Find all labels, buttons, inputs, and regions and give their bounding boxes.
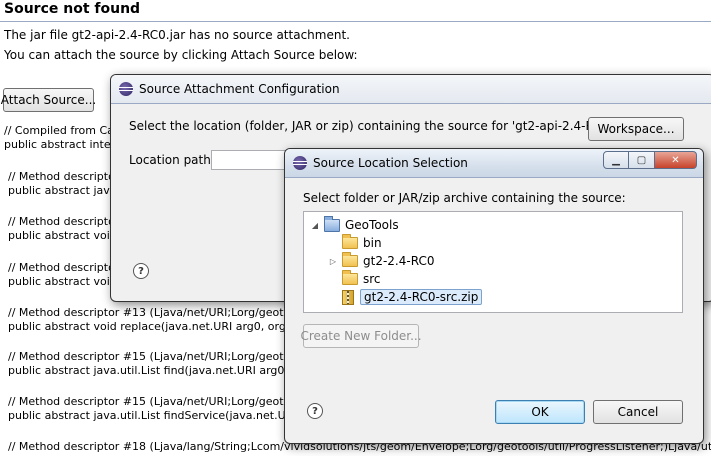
attach-instructions: You can attach the source by clicking At… bbox=[4, 48, 358, 62]
attach-dialog-title: Source Attachment Configuration bbox=[139, 82, 340, 96]
code-line: // Method descripto bbox=[8, 261, 115, 274]
expanded-arrow-icon[interactable]: ◢ bbox=[310, 221, 320, 230]
help-icon[interactable]: ? bbox=[133, 263, 149, 279]
close-button[interactable]: ✕ bbox=[655, 151, 697, 169]
tree-item-label-selected: gt2-2.4-RC0-src.zip bbox=[360, 289, 483, 305]
tree-item-label: src bbox=[363, 272, 381, 286]
code-line: public abstract void replace(java.net.UR… bbox=[8, 320, 304, 333]
project-folder-icon bbox=[324, 215, 340, 232]
minimize-button[interactable]: ▁ bbox=[603, 151, 629, 169]
attach-dialog-prompt: Select the location (folder, JAR or zip)… bbox=[129, 119, 637, 133]
no-source-message: The jar file gt2-api-2.4-RC0.jar has no … bbox=[4, 28, 350, 42]
eclipse-icon bbox=[119, 82, 133, 96]
source-location-selection-dialog: Source Location Selection ▁ ▢ ✕ Select f… bbox=[284, 148, 704, 444]
code-line: public abstract interf bbox=[4, 138, 119, 151]
tree-item-bin[interactable]: bin bbox=[328, 234, 382, 252]
code-line: public abstract java.util.List find(java… bbox=[8, 364, 303, 377]
collapsed-arrow-icon[interactable]: ▷ bbox=[328, 257, 338, 266]
tree-item-gt2-2.4-rc0[interactable]: ▷ gt2-2.4-RC0 bbox=[328, 252, 434, 270]
folder-icon bbox=[342, 270, 358, 285]
cancel-button[interactable]: Cancel bbox=[593, 400, 683, 424]
tree-item-geotools[interactable]: ◢ GeoTools bbox=[310, 215, 399, 234]
selection-dialog-title: Source Location Selection bbox=[313, 156, 468, 170]
code-line: // Method descriptor #15 (Ljava/net/URI;… bbox=[8, 395, 291, 408]
tree-item-src[interactable]: src bbox=[328, 270, 381, 288]
workspace-button[interactable]: Workspace... bbox=[588, 117, 684, 141]
source-tree[interactable]: ◢ GeoTools bin ▷ gt2-2.4-RC0 src gt2-2.4… bbox=[303, 211, 683, 313]
selection-dialog-titlebar[interactable]: Source Location Selection ▁ ▢ ✕ bbox=[285, 149, 703, 178]
code-line: public abstract java.util.List findServi… bbox=[8, 409, 307, 422]
attach-source-button[interactable]: Attach Source... bbox=[1, 88, 96, 112]
location-path-label: Location path: bbox=[129, 153, 215, 167]
code-line: // Method descriptor #15 (Ljava/net/URI;… bbox=[8, 350, 291, 363]
ok-button[interactable]: OK bbox=[495, 400, 585, 424]
folder-icon bbox=[342, 252, 358, 267]
attach-dialog-titlebar[interactable]: Source Attachment Configuration bbox=[111, 75, 711, 104]
tree-item-label: bin bbox=[363, 236, 382, 250]
editor-title: Source not found bbox=[0, 0, 711, 22]
folder-icon bbox=[342, 234, 358, 249]
tree-item-label: gt2-2.4-RC0 bbox=[363, 254, 435, 268]
maximize-button[interactable]: ▢ bbox=[629, 151, 655, 169]
code-line: // Method descriptor #13 (Ljava/net/URI;… bbox=[8, 306, 291, 319]
code-line: public abstract void bbox=[8, 229, 117, 242]
create-new-folder-button[interactable]: Create New Folder... bbox=[300, 324, 422, 348]
code-line: public abstract java bbox=[8, 184, 117, 197]
eclipse-icon bbox=[293, 156, 307, 170]
code-line: public abstract void bbox=[8, 275, 117, 288]
tree-item-label: GeoTools bbox=[345, 218, 399, 232]
tree-item-src-zip[interactable]: gt2-2.4-RC0-src.zip bbox=[328, 288, 483, 306]
code-line: // Compiled from Ca bbox=[4, 124, 114, 137]
code-line: // Method descriptor bbox=[8, 170, 120, 183]
help-icon[interactable]: ? bbox=[307, 403, 323, 419]
code-line: // Method descriptor bbox=[8, 215, 120, 228]
selection-dialog-prompt: Select folder or JAR/zip archive contain… bbox=[303, 191, 626, 205]
zip-archive-icon bbox=[342, 289, 354, 305]
window-controls: ▁ ▢ ✕ bbox=[603, 151, 697, 169]
